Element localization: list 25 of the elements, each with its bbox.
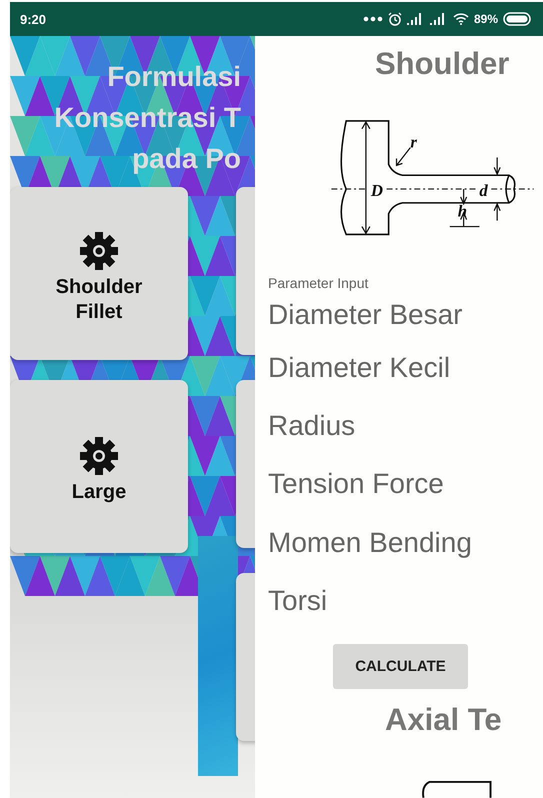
wifi-icon <box>452 13 469 25</box>
section-title: Axial Te <box>384 702 503 738</box>
menu-card[interactable]: Large <box>10 380 188 553</box>
diagram-label: d <box>479 180 488 200</box>
input-field[interactable]: Tension Force <box>255 455 543 514</box>
battery-percent: 89% <box>474 12 498 26</box>
section-label: Parameter Input <box>268 275 370 292</box>
battery-icon <box>503 12 533 26</box>
more-dots-icon <box>362 16 383 22</box>
menu-card[interactable]: Shoulder Fillet <box>10 187 188 360</box>
gear-icon <box>79 436 119 476</box>
input-field[interactable]: Momen Bending <box>255 513 543 572</box>
section-title: Shoulder <box>374 46 510 82</box>
diagram-label: r <box>410 132 417 152</box>
calculate-button[interactable]: CALCULATE <box>333 644 468 690</box>
input-field[interactable]: Diameter Besar <box>255 291 543 339</box>
gear-icon <box>79 230 119 270</box>
status-time: 9:20 <box>20 12 46 26</box>
input-field[interactable]: Radius <box>255 396 543 456</box>
input-field[interactable]: Torsi <box>255 572 543 630</box>
drawer-title-line: Formulasi <box>107 60 241 94</box>
drawer-title-line: pada Po <box>132 142 241 176</box>
diagram-label: D <box>370 180 383 200</box>
alarm-icon <box>388 12 402 26</box>
input-field[interactable]: Diameter Kecil <box>255 338 543 397</box>
